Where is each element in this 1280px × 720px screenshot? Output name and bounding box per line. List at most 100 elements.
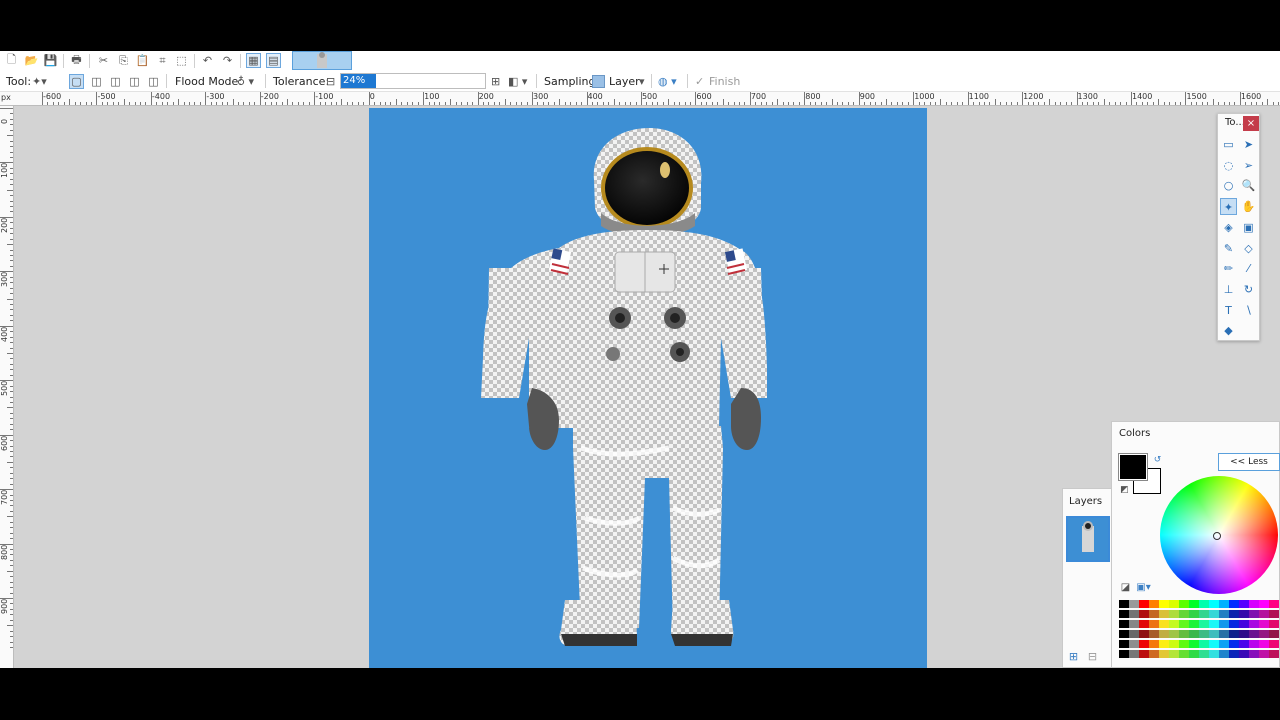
clone-stamp-tool-icon[interactable]: ⊥	[1220, 281, 1237, 298]
rectangle-select-tool-icon[interactable]: ▭	[1220, 136, 1237, 153]
palette-swatch[interactable]	[1239, 620, 1249, 628]
palette-swatch[interactable]	[1169, 610, 1179, 618]
palette-swatch[interactable]	[1179, 640, 1189, 648]
palette-swatch[interactable]	[1249, 600, 1259, 608]
palette-swatch[interactable]	[1189, 640, 1199, 648]
palette-swatch[interactable]	[1179, 600, 1189, 608]
palette-swatch[interactable]	[1129, 610, 1139, 618]
deselect-icon[interactable]: ⬚	[174, 53, 189, 68]
color-picker-tool-icon[interactable]: ⁄	[1240, 260, 1257, 277]
palette-swatch[interactable]	[1269, 640, 1279, 648]
magic-wand-tool-icon[interactable]: ✦	[1220, 198, 1237, 216]
layer-thumbnail[interactable]	[1066, 516, 1110, 562]
tolerance-slider[interactable]: 24%	[340, 73, 486, 89]
palette-swatch[interactable]	[1139, 600, 1149, 608]
palette-swatch[interactable]	[1269, 630, 1279, 638]
text-tool-icon[interactable]: T	[1220, 302, 1237, 319]
paint-bucket-tool-icon[interactable]: ◈	[1220, 219, 1237, 236]
palette-swatch[interactable]	[1149, 640, 1159, 648]
palette-swatch[interactable]	[1139, 640, 1149, 648]
palette-swatch[interactable]	[1159, 630, 1169, 638]
less-button[interactable]: << Less	[1218, 453, 1280, 471]
palette-swatch[interactable]	[1179, 610, 1189, 618]
recolor-tool-icon[interactable]: ↻	[1240, 281, 1257, 298]
palette-swatch[interactable]	[1159, 620, 1169, 628]
palette-swatch[interactable]	[1239, 630, 1249, 638]
primary-secondary-toggle-icon[interactable]: ◪	[1118, 580, 1133, 595]
palette-menu-icon[interactable]: ▣▾	[1136, 580, 1151, 595]
magic-wand-icon[interactable]: ✦▾	[32, 74, 47, 89]
palette-swatch[interactable]	[1189, 600, 1199, 608]
selection-mode-dropdown-icon[interactable]: ◍ ▾	[658, 74, 677, 89]
palette-swatch[interactable]	[1149, 630, 1159, 638]
palette-swatch[interactable]	[1209, 650, 1219, 658]
copy-icon[interactable]: ⎘	[116, 53, 131, 68]
palette-swatch[interactable]	[1219, 610, 1229, 618]
lasso-select-tool-icon[interactable]: ◌	[1220, 157, 1237, 174]
new-file-icon[interactable]: 🗋	[4, 53, 19, 68]
palette-swatch[interactable]	[1219, 630, 1229, 638]
palette-swatch[interactable]	[1129, 640, 1139, 648]
palette-swatch[interactable]	[1259, 650, 1269, 658]
tolerance-decrease-icon[interactable]: ⊟	[326, 74, 335, 89]
palette-swatch[interactable]	[1219, 650, 1229, 658]
ellipse-select-tool-icon[interactable]: ○	[1220, 177, 1237, 194]
palette-swatch[interactable]	[1159, 650, 1169, 658]
palette-swatch[interactable]	[1239, 610, 1249, 618]
palette-swatch[interactable]	[1259, 620, 1269, 628]
pencil-tool-icon[interactable]: ✏	[1220, 260, 1237, 277]
palette-swatch[interactable]	[1169, 620, 1179, 628]
reset-colors-icon[interactable]: ◩	[1117, 482, 1132, 497]
palette-swatch[interactable]	[1189, 620, 1199, 628]
palette-swatch[interactable]	[1149, 610, 1159, 618]
undo-icon[interactable]: ↶	[200, 53, 215, 68]
gradient-tool-icon[interactable]: ▣	[1240, 219, 1257, 236]
line-curve-tool-icon[interactable]: ∖	[1240, 302, 1257, 319]
paste-icon[interactable]: 📋	[135, 53, 150, 68]
palette-swatch[interactable]	[1169, 640, 1179, 648]
palette-swatch[interactable]	[1249, 620, 1259, 628]
palette-swatch[interactable]	[1119, 610, 1129, 618]
palette-swatch[interactable]	[1239, 650, 1249, 658]
palette-swatch[interactable]	[1159, 640, 1169, 648]
selection-union-icon[interactable]: ◫	[89, 74, 104, 89]
shapes-tool-icon[interactable]: ◆	[1220, 322, 1237, 339]
close-tools-panel-button[interactable]: ×	[1243, 116, 1259, 131]
palette-swatch[interactable]	[1119, 650, 1129, 658]
sampling-value[interactable]: Layer	[609, 74, 640, 89]
palette-swatch[interactable]	[1199, 620, 1209, 628]
redo-icon[interactable]: ↷	[220, 53, 235, 68]
palette-swatch[interactable]	[1209, 640, 1219, 648]
primary-color-swatch[interactable]	[1118, 453, 1148, 481]
color-wheel[interactable]	[1160, 476, 1278, 594]
palette-swatch[interactable]	[1189, 630, 1199, 638]
image-canvas[interactable]	[369, 108, 927, 668]
palette-swatch[interactable]	[1269, 650, 1279, 658]
pan-tool-icon[interactable]: ✋	[1240, 198, 1257, 215]
rulers-icon[interactable]: ▤	[266, 53, 281, 68]
palette-swatch[interactable]	[1249, 610, 1259, 618]
palette-swatch[interactable]	[1259, 610, 1269, 618]
cut-icon[interactable]: ✂	[96, 53, 111, 68]
selection-intersect-icon[interactable]: ◫	[127, 74, 142, 89]
palette-swatch[interactable]	[1259, 600, 1269, 608]
palette-swatch[interactable]	[1229, 650, 1239, 658]
palette-swatch[interactable]	[1239, 640, 1249, 648]
palette-swatch[interactable]	[1199, 640, 1209, 648]
palette-swatch[interactable]	[1219, 640, 1229, 648]
palette-swatch[interactable]	[1219, 620, 1229, 628]
palette-swatch[interactable]	[1179, 650, 1189, 658]
palette-swatch[interactable]	[1249, 630, 1259, 638]
palette-swatch[interactable]	[1229, 630, 1239, 638]
palette-swatch[interactable]	[1119, 640, 1129, 648]
palette-swatch[interactable]	[1149, 620, 1159, 628]
palette-swatch[interactable]	[1189, 610, 1199, 618]
palette-swatch[interactable]	[1209, 630, 1219, 638]
palette-swatch[interactable]	[1139, 650, 1149, 658]
flood-mode-dropdown[interactable]: ♁ ▾	[237, 74, 254, 89]
palette-swatch[interactable]	[1119, 630, 1129, 638]
save-icon[interactable]: 💾	[43, 53, 58, 68]
selection-invert-icon[interactable]: ◫	[146, 74, 161, 89]
palette-swatch[interactable]	[1229, 600, 1239, 608]
palette-swatch[interactable]	[1139, 630, 1149, 638]
